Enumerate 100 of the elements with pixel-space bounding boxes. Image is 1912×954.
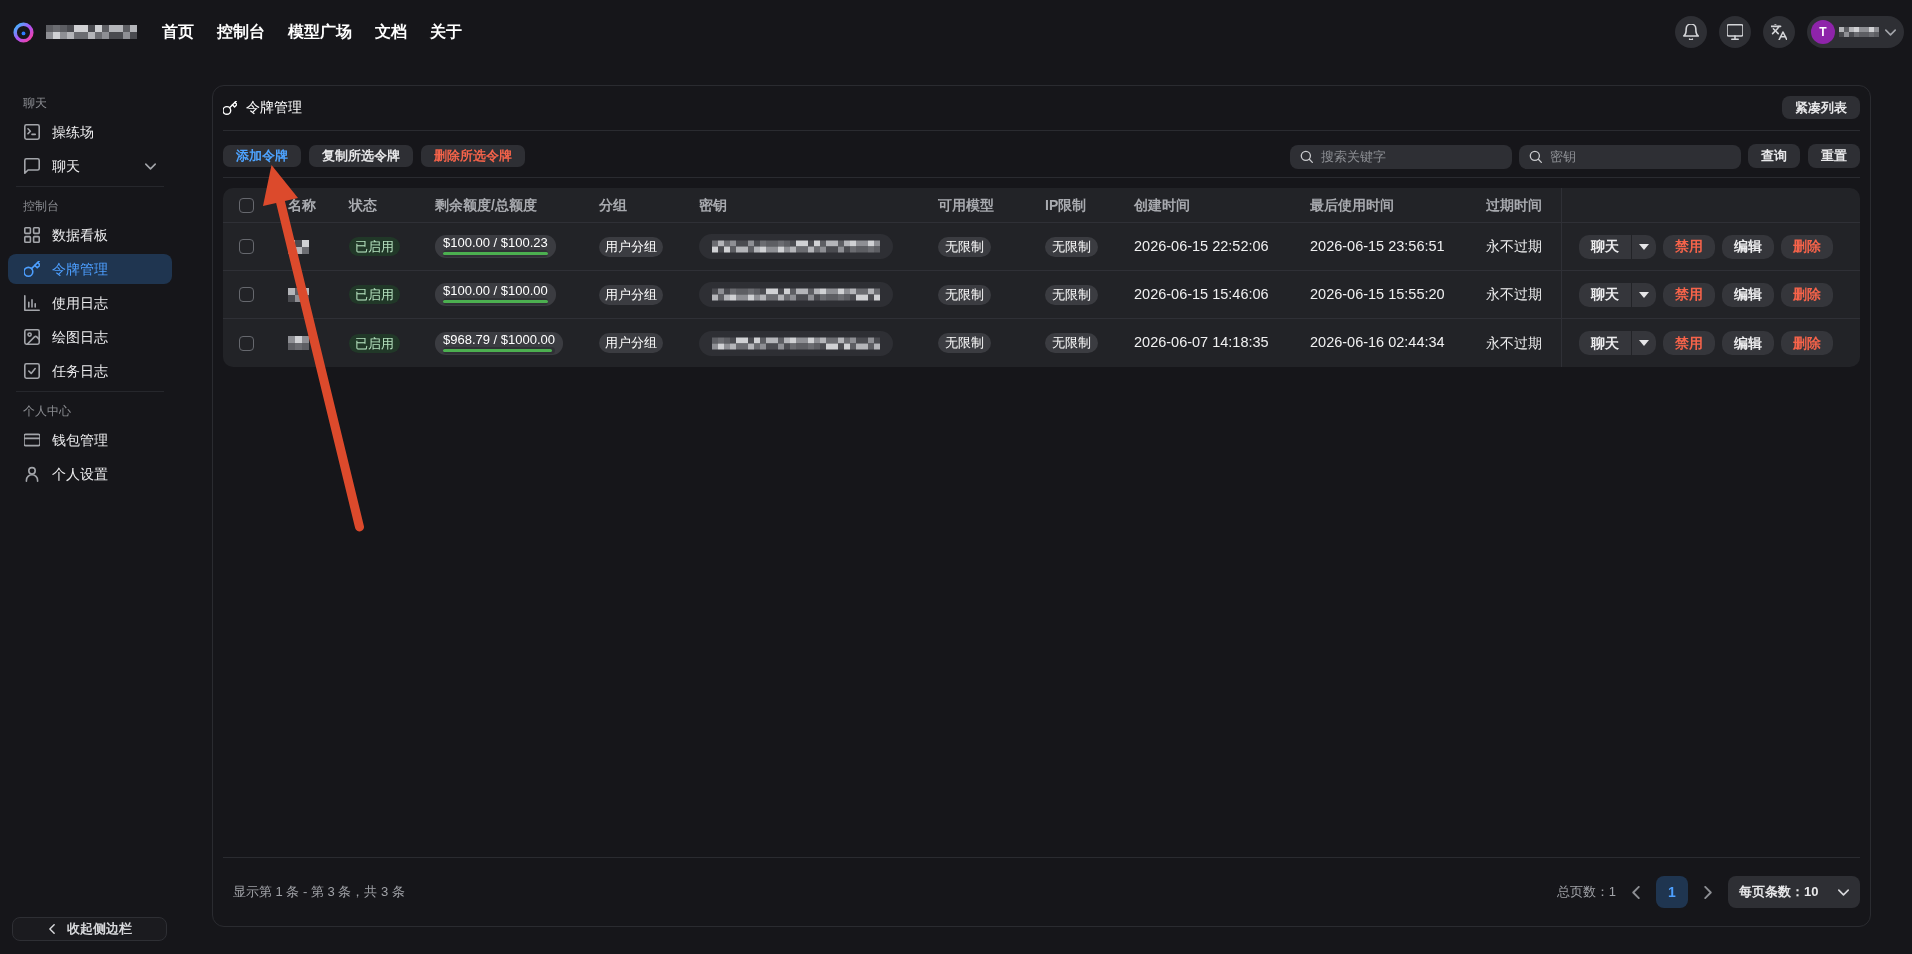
check-square-icon bbox=[24, 363, 40, 379]
compact-list-button[interactable]: 紧凑列表 bbox=[1782, 96, 1860, 119]
expiry-time: 永不过期 bbox=[1486, 285, 1542, 304]
caret-down-icon bbox=[1639, 340, 1649, 346]
sidebar-section-heading: 控制台 bbox=[22, 198, 60, 215]
nav-link[interactable]: 控制台 bbox=[217, 22, 265, 42]
collapse-sidebar-button[interactable]: 收起侧边栏 bbox=[12, 917, 167, 941]
status-tag: 已启用 bbox=[349, 285, 400, 304]
expiry-time: 永不过期 bbox=[1486, 237, 1542, 256]
chat-bubble-icon bbox=[24, 158, 40, 174]
chat-button[interactable]: 聊天 bbox=[1579, 282, 1631, 307]
monitor-icon bbox=[1727, 24, 1743, 40]
language-button[interactable] bbox=[1763, 16, 1795, 48]
model-limit-tag: 无限制 bbox=[938, 284, 991, 305]
total-pages: 总页数：1 bbox=[1556, 883, 1616, 902]
sidebar-item[interactable]: 任务日志 bbox=[8, 356, 172, 386]
sidebar-item[interactable]: 操练场 bbox=[8, 117, 172, 147]
sidebar-item[interactable]: 绘图日志 bbox=[8, 322, 172, 352]
search-button[interactable]: 重置 bbox=[1808, 144, 1860, 168]
expiry-time: 永不过期 bbox=[1486, 333, 1542, 353]
sidebar-item[interactable]: 数据看板 bbox=[8, 220, 172, 250]
nav-link[interactable]: 首页 bbox=[162, 22, 194, 42]
blurred-token-name bbox=[288, 336, 309, 350]
user-icon bbox=[24, 466, 40, 482]
ip-limit-tag: 无限制 bbox=[1045, 333, 1098, 353]
search-button[interactable]: 查询 bbox=[1748, 144, 1800, 168]
status-tag: 已启用 bbox=[349, 237, 400, 256]
column-header: 剩余额度/总额度 bbox=[435, 195, 537, 215]
grid-icon bbox=[24, 227, 40, 243]
row-checkbox[interactable] bbox=[239, 287, 254, 302]
bell-icon bbox=[1683, 24, 1699, 40]
row-action-button[interactable]: 编辑 bbox=[1722, 234, 1774, 259]
page-size-select[interactable]: 每页条数：10 bbox=[1728, 876, 1860, 908]
toolbar-button[interactable]: 添加令牌 bbox=[223, 145, 301, 167]
next-page-icon[interactable] bbox=[1704, 885, 1712, 899]
page-button[interactable]: 1 bbox=[1656, 876, 1688, 908]
sidebar-item[interactable]: 个人设置 bbox=[8, 459, 172, 489]
row-checkbox[interactable] bbox=[239, 335, 254, 351]
row-action-button[interactable]: 编辑 bbox=[1722, 331, 1774, 355]
row-action-button[interactable]: 禁用 bbox=[1663, 331, 1715, 355]
row-checkbox[interactable] bbox=[239, 239, 254, 254]
dropdown-button[interactable] bbox=[1632, 234, 1656, 259]
chevron-left-icon bbox=[47, 924, 57, 934]
model-limit-tag: 无限制 bbox=[938, 236, 991, 257]
caret-down-icon bbox=[1639, 243, 1649, 250]
search-field[interactable]: 搜索关键字 bbox=[1290, 144, 1512, 169]
pagination-summary: 显示第 1 条 - 第 3 条，共 3 条 bbox=[233, 883, 405, 902]
nav-link[interactable]: 关于 bbox=[430, 22, 462, 42]
previous-page-icon[interactable] bbox=[1632, 885, 1640, 899]
search-field[interactable]: 密钥 bbox=[1519, 144, 1741, 169]
chat-button[interactable]: 聊天 bbox=[1579, 331, 1631, 355]
status-tag: 已启用 bbox=[349, 333, 400, 353]
column-header: 名称 bbox=[288, 195, 316, 215]
sidebar-item[interactable]: 聊天 bbox=[8, 151, 172, 181]
sidebar-item[interactable]: 钱包管理 bbox=[8, 425, 172, 455]
group-tag: 用户分组 bbox=[599, 236, 663, 257]
quota-text: $968.79 / $1000.00 bbox=[443, 332, 556, 347]
column-header: 密钥 bbox=[699, 195, 727, 215]
column-header: IP限制 bbox=[1045, 195, 1087, 215]
chevron-down-icon bbox=[1838, 886, 1849, 898]
chevron-down-icon bbox=[1885, 26, 1896, 38]
row-action-button[interactable]: 删除 bbox=[1781, 282, 1833, 307]
toolbar-button[interactable]: 删除所选令牌 bbox=[421, 145, 525, 167]
sidebar-section-heading: 个人中心 bbox=[22, 403, 72, 420]
nav-link[interactable]: 文档 bbox=[375, 22, 407, 42]
toolbar-button[interactable]: 复制所选令牌 bbox=[309, 145, 413, 167]
avatar: T bbox=[1811, 20, 1835, 44]
ip-limit-tag: 无限制 bbox=[1045, 284, 1098, 305]
created-time: 2026-06-15 22:52:06 bbox=[1134, 236, 1269, 256]
dropdown-button[interactable] bbox=[1632, 331, 1656, 355]
monitor-button[interactable] bbox=[1719, 16, 1751, 48]
sidebar-section-heading: 聊天 bbox=[22, 95, 48, 112]
model-limit-tag: 无限制 bbox=[938, 333, 991, 353]
ip-limit-tag: 无限制 bbox=[1045, 236, 1098, 257]
column-header: 状态 bbox=[349, 195, 377, 215]
notification-button[interactable] bbox=[1675, 16, 1707, 48]
user-menu-button[interactable]: T bbox=[1807, 16, 1904, 48]
image-icon bbox=[24, 329, 40, 345]
last-used-time: 2026-06-16 02:44:34 bbox=[1310, 333, 1445, 353]
caret-down-icon bbox=[1639, 291, 1649, 298]
terminal-icon bbox=[24, 124, 40, 140]
column-header: 最后使用时间 bbox=[1310, 195, 1394, 215]
logo-icon[interactable] bbox=[13, 21, 34, 43]
created-time: 2026-06-07 14:18:35 bbox=[1134, 333, 1269, 353]
nav-link[interactable]: 模型广场 bbox=[288, 22, 352, 42]
last-used-time: 2026-06-15 15:55:20 bbox=[1310, 284, 1445, 304]
row-action-button[interactable]: 删除 bbox=[1781, 331, 1833, 355]
sidebar-item[interactable]: 令牌管理 bbox=[8, 254, 172, 284]
row-action-button[interactable]: 禁用 bbox=[1663, 234, 1715, 259]
select-all-checkbox[interactable] bbox=[239, 197, 254, 213]
created-time: 2026-06-15 15:46:06 bbox=[1134, 284, 1269, 304]
row-action-button[interactable]: 删除 bbox=[1781, 234, 1833, 259]
chat-button[interactable]: 聊天 bbox=[1579, 234, 1631, 259]
sidebar-item[interactable]: 使用日志 bbox=[8, 288, 172, 318]
column-header: 分组 bbox=[599, 195, 627, 215]
row-action-button[interactable]: 编辑 bbox=[1722, 282, 1774, 307]
group-tag: 用户分组 bbox=[599, 333, 663, 353]
row-action-button[interactable]: 禁用 bbox=[1663, 282, 1715, 307]
panel-title: 令牌管理 bbox=[246, 98, 302, 117]
dropdown-button[interactable] bbox=[1632, 282, 1656, 307]
